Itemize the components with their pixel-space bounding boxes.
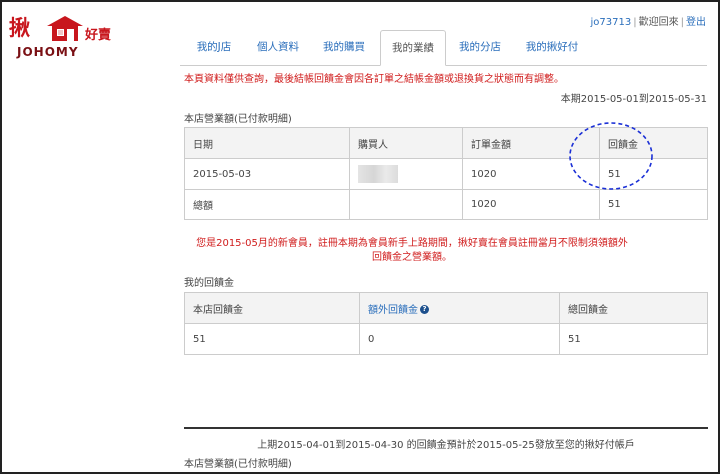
rebate-table: 本店回饋金 額外回饋金? 總回饋金 51 0 51 xyxy=(184,292,708,355)
logo-small-text: 好賣 xyxy=(85,28,112,43)
cell-store-rebate: 51 xyxy=(184,323,360,355)
tab-johomy-pay[interactable]: 我的揪好付 xyxy=(518,30,586,64)
tab-branches[interactable]: 我的分店 xyxy=(452,30,508,64)
tab-purchases[interactable]: 我的購買 xyxy=(316,30,372,64)
cell-buyer xyxy=(349,158,463,190)
separator: | xyxy=(680,17,684,28)
annotation-circle xyxy=(569,122,653,190)
col-total-rebate: 總回饋金 xyxy=(559,292,708,324)
table-row-total: 總額 1020 51 xyxy=(184,189,708,220)
logo-main-text: 揪 xyxy=(9,15,30,40)
welcome-text: 歡迎回來 xyxy=(638,17,679,28)
tab-my-store[interactable]: 我的J店 xyxy=(188,30,240,64)
cell-extra-rebate: 0 xyxy=(359,323,560,355)
cell-total-rebate: 51 xyxy=(599,189,708,220)
cell-date: 2015-05-03 xyxy=(184,158,350,190)
user-bar: jo73713 | 歡迎回來 | 登出 xyxy=(591,13,706,28)
cell-total-amount: 1020 xyxy=(462,189,600,220)
house-icon xyxy=(47,16,83,41)
col-date: 日期 xyxy=(184,127,350,159)
help-icon[interactable]: ? xyxy=(420,305,429,314)
col-extra-rebate[interactable]: 額外回饋金? xyxy=(359,292,560,324)
data-warning: 本頁資料僅供查詢，最後結帳回饋金會因各訂單之結帳金額或退換貨之狀態而有調整。 xyxy=(184,74,564,85)
table-header-row: 本店回饋金 額外回饋金? 總回饋金 xyxy=(184,292,708,324)
table-row: 51 0 51 xyxy=(184,323,708,355)
cell-empty xyxy=(349,189,463,220)
blurred-buyer-name xyxy=(358,165,398,183)
cell-total-label: 總額 xyxy=(184,189,350,220)
previous-period-notice: 上期2015-04-01到2015-04-30 的回饋金預計於2015-05-2… xyxy=(257,440,635,451)
johomy-logo[interactable]: 揪 好賣 JOHOMY xyxy=(9,12,119,67)
divider xyxy=(184,427,708,429)
logo-sub-text: JOHOMY xyxy=(17,45,79,59)
sales-section-title: 本店營業額(已付款明細) xyxy=(184,114,292,125)
new-member-notice: 您是2015-05月的新會員，註冊本期為會員新手上路期間，揪好賣在會員註冊當月不… xyxy=(196,238,628,263)
logout-link[interactable]: 登出 xyxy=(686,17,706,28)
extra-rebate-link[interactable]: 額外回饋金 xyxy=(368,305,418,316)
separator: | xyxy=(633,17,637,28)
col-store-rebate: 本店回饋金 xyxy=(184,292,360,324)
username-link[interactable]: jo73713 xyxy=(591,17,632,28)
col-buyer: 購買人 xyxy=(349,127,463,159)
bottom-section-title: 本店營業額(已付款明細) xyxy=(184,459,292,470)
period-label: 本期2015-05-01到2015-05-31 xyxy=(560,94,707,105)
tab-performance[interactable]: 我的業績 xyxy=(380,30,446,66)
nav-tabs: 我的J店 個人資料 我的購買 我的業績 我的分店 我的揪好付 xyxy=(180,30,707,66)
tab-profile[interactable]: 個人資料 xyxy=(250,30,306,64)
cell-total-rebate: 51 xyxy=(559,323,708,355)
rebate-section-title: 我的回饋金 xyxy=(184,278,234,289)
